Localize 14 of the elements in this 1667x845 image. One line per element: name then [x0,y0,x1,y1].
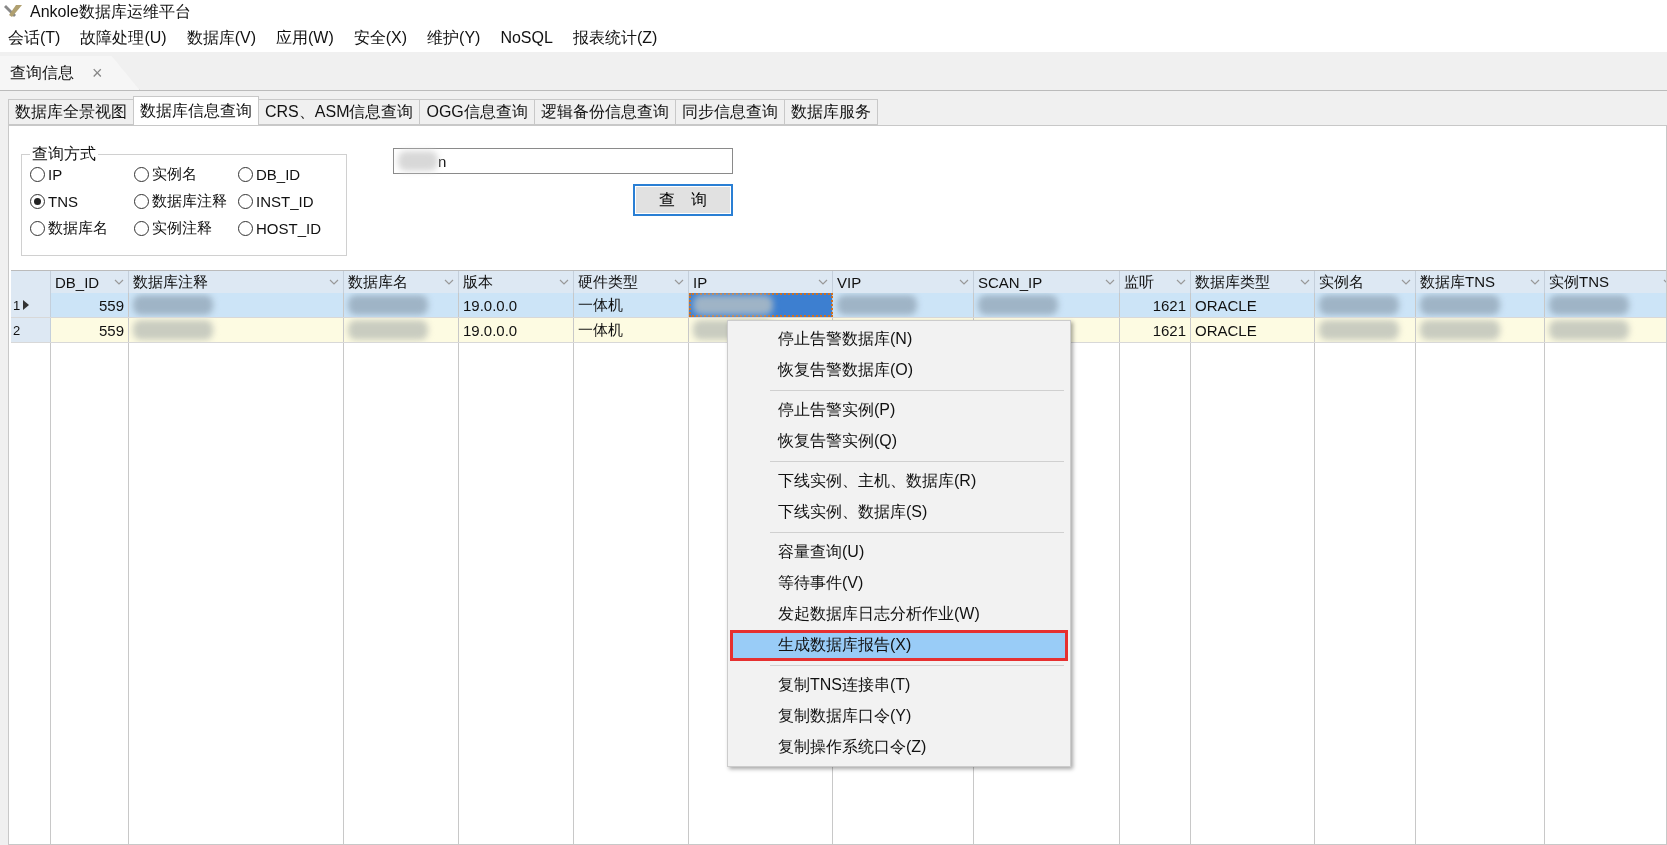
table-cell: 559 [98,321,124,339]
table-cell: 19.0.0.0 [463,296,518,314]
row-number: 1 [13,297,21,313]
table-cell: 一体机 [578,320,623,340]
table-cell: ORACLE [1195,296,1257,314]
group-title: 查询方式 [31,144,97,164]
window-title: Ankole数据库运维平台 [30,1,191,22]
row-number: 2 [13,322,21,338]
table-cell: 19.0.0.0 [463,321,518,339]
table-cell: 1621 [1152,296,1186,314]
table-cell: 一体机 [578,295,623,315]
table-cell: 559 [98,296,124,314]
table-cell: 1621 [1152,321,1186,339]
table-cell: ORACLE [1195,321,1257,339]
